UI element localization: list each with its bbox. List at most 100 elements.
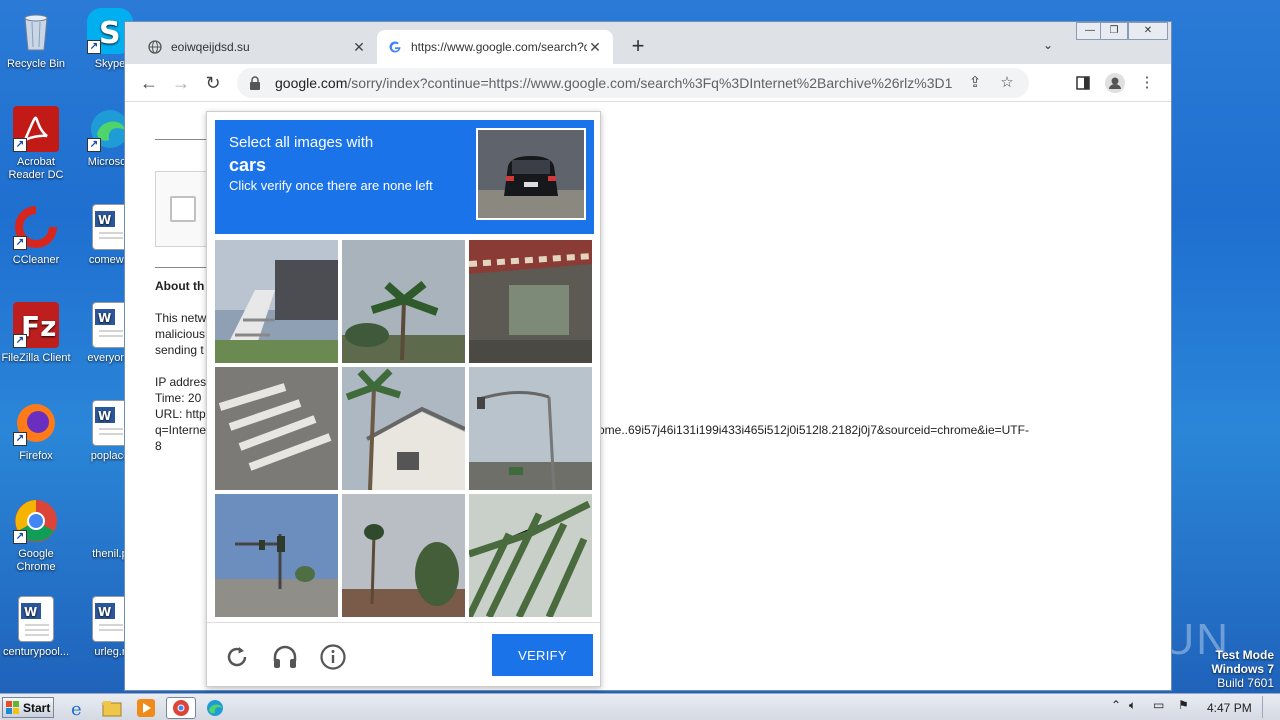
- challenge-footer: VERIFY: [207, 622, 600, 688]
- chrome-icon: ↗: [13, 498, 59, 544]
- url-line: URL: http: [155, 407, 206, 421]
- desktop-icon-centurypool[interactable]: W centurypool...: [0, 596, 74, 659]
- browser-toolbar: ← → ↻ google.com/sorry/index?continue=ht…: [125, 64, 1171, 102]
- tab-google-search[interactable]: https://www.google.com/search?q= ✕: [377, 30, 613, 64]
- restore-button[interactable]: ❐: [1100, 22, 1128, 40]
- desktop-icon-label: Skype: [94, 58, 126, 70]
- chrome-taskbar-icon[interactable]: [166, 697, 196, 719]
- challenge-header: Select all images with cars Click verify…: [215, 120, 594, 234]
- desktop-icon-acrobat[interactable]: ↗ Acrobat Reader DC: [0, 106, 74, 182]
- globe-icon: [147, 39, 163, 55]
- explorer-taskbar-icon[interactable]: [101, 697, 123, 719]
- build-line: Build 7601: [1217, 676, 1274, 690]
- shortcut-arrow-icon: ↗: [13, 138, 27, 152]
- tab-strip: eoiwqeijdsd.su ✕ https://www.google.com/…: [125, 22, 1171, 64]
- svg-text:W: W: [98, 605, 111, 619]
- windows-logo-icon: [6, 700, 20, 715]
- image-tile[interactable]: [469, 367, 592, 490]
- url-tail-end: 8: [155, 439, 162, 453]
- url-host: google.com: [275, 75, 348, 91]
- show-desktop-button[interactable]: [1262, 696, 1276, 718]
- ccleaner-icon: ↗: [13, 204, 59, 250]
- recaptcha-checkbox[interactable]: [170, 196, 196, 222]
- image-tile[interactable]: [215, 240, 338, 363]
- tray-expand-icon[interactable]: ⌃: [1111, 698, 1121, 712]
- desktop-icon-label: Recycle Bin: [6, 58, 66, 70]
- kebab-menu-icon[interactable]: ⋮: [1135, 72, 1159, 94]
- side-panel-icon[interactable]: [1071, 72, 1095, 94]
- action-center-flag-icon[interactable]: ⚑: [1178, 698, 1189, 712]
- time-line: Time: 20: [155, 391, 202, 405]
- close-window-button[interactable]: ✕: [1128, 22, 1168, 40]
- network-icon[interactable]: ▭: [1153, 698, 1164, 712]
- about-heading: About th: [155, 279, 205, 293]
- image-tile[interactable]: [342, 367, 465, 490]
- media-player-taskbar-icon[interactable]: [135, 697, 157, 719]
- desktop-icon-recycle-bin[interactable]: Recycle Bin: [0, 8, 74, 71]
- clock[interactable]: 4:47 PM: [1207, 701, 1252, 715]
- svg-text:W: W: [24, 605, 37, 619]
- share-icon[interactable]: ⇪: [965, 73, 985, 93]
- image-tile[interactable]: [469, 240, 592, 363]
- tab-close-icon[interactable]: ✕: [587, 39, 603, 56]
- shortcut-arrow-icon: ↗: [13, 236, 27, 250]
- shortcut-arrow-icon: ↗: [13, 432, 27, 446]
- word-doc-icon: W: [92, 204, 128, 250]
- windows-version-line: Windows 7: [1211, 662, 1274, 676]
- desktop-icon-label: Google Chrome: [16, 548, 56, 573]
- word-doc-icon: W: [92, 302, 128, 348]
- start-button[interactable]: Start: [2, 697, 54, 718]
- filezilla-icon: Fz ↗: [13, 302, 59, 348]
- bookmark-star-icon[interactable]: ☆: [997, 73, 1017, 93]
- address-url: google.com/sorry/index?continue=https://…: [275, 75, 953, 91]
- shortcut-arrow-icon: ↗: [13, 530, 27, 544]
- desktop-icon-label: Firefox: [19, 450, 53, 462]
- desktop-icon-label: centurypool...: [2, 646, 70, 658]
- desktop-icon-ccleaner[interactable]: ↗ CCleaner: [0, 204, 74, 267]
- shortcut-arrow-icon: ↗: [87, 138, 101, 152]
- info-icon[interactable]: [319, 643, 347, 671]
- acrobat-icon: ↗: [13, 106, 59, 152]
- reload-challenge-icon[interactable]: [223, 643, 251, 671]
- svg-text:W: W: [98, 409, 111, 423]
- notice-line: This netw: [155, 311, 207, 325]
- shortcut-arrow-icon: ↗: [13, 334, 27, 348]
- back-arrow-icon[interactable]: ←: [138, 72, 160, 94]
- image-tile[interactable]: [215, 494, 338, 617]
- recaptcha-challenge: Select all images with cars Click verify…: [206, 111, 601, 687]
- image-tile[interactable]: [215, 367, 338, 490]
- desktop-icon-label: Acrobat Reader DC: [8, 156, 64, 181]
- image-tile[interactable]: [342, 240, 465, 363]
- desktop-icon-filezilla[interactable]: Fz ↗ FileZilla Client: [0, 302, 74, 365]
- tab-close-icon[interactable]: ✕: [351, 39, 367, 56]
- word-doc-icon: W: [18, 596, 54, 642]
- desktop-icon-label: CCleaner: [12, 254, 60, 266]
- forward-arrow-icon[interactable]: →: [170, 72, 192, 94]
- tab-eoiwqeijdsd[interactable]: eoiwqeijdsd.su ✕: [137, 30, 377, 64]
- tab-title: eoiwqeijdsd.su: [171, 40, 250, 54]
- tab-search-chevron-icon[interactable]: ⌄: [1043, 38, 1053, 52]
- ip-address-line: IP addres: [155, 375, 207, 389]
- svg-text:W: W: [98, 311, 111, 325]
- address-bar[interactable]: google.com/sorry/index?continue=https://…: [237, 68, 1029, 98]
- word-doc-icon: W: [92, 596, 128, 642]
- profile-avatar-icon[interactable]: [1103, 72, 1127, 94]
- svg-text:W: W: [98, 213, 111, 227]
- reload-icon[interactable]: ↻: [202, 72, 224, 94]
- ie-taskbar-icon[interactable]: e: [68, 697, 90, 720]
- edge-taskbar-icon[interactable]: [204, 697, 226, 719]
- image-tile[interactable]: [342, 494, 465, 617]
- volume-icon[interactable]: 🔈︎: [1129, 698, 1136, 713]
- image-tile[interactable]: [469, 494, 592, 617]
- shortcut-arrow-icon: ↗: [87, 40, 101, 54]
- audio-challenge-icon[interactable]: [271, 643, 299, 671]
- desktop-icon-chrome[interactable]: ↗ Google Chrome: [0, 498, 74, 574]
- desktop-icon-label: thenil.p: [92, 548, 128, 560]
- verify-button[interactable]: VERIFY: [492, 634, 593, 676]
- new-tab-button[interactable]: +: [627, 35, 649, 57]
- word-doc-icon: W: [92, 400, 128, 446]
- test-mode-notice: Test Mode Windows 7 Build 7601: [1211, 648, 1274, 690]
- desktop-icon-firefox[interactable]: ↗ Firefox: [0, 400, 74, 463]
- svg-text:e: e: [71, 699, 82, 719]
- start-label: Start: [23, 700, 51, 715]
